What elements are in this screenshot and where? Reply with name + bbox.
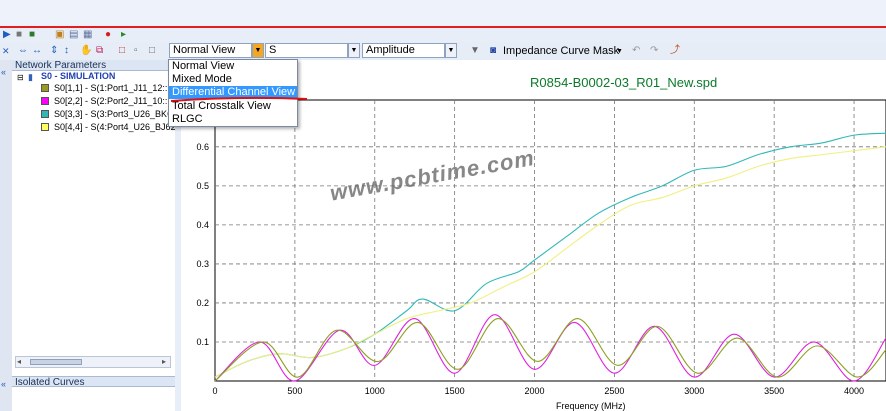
- network-parameters-header: Network Parameters: [12, 60, 175, 71]
- y-tick-label: 0.2: [196, 298, 209, 308]
- x-tick-label: 2500: [604, 386, 624, 396]
- x-tick-label: 1500: [445, 386, 465, 396]
- x-tick-label: 3500: [764, 386, 784, 396]
- y-tick-label: 0.3: [196, 259, 209, 269]
- title-strip: [0, 0, 886, 28]
- x-tick-label: 1000: [365, 386, 385, 396]
- param-s11[interactable]: S0[1,1] - S(1:Port1_J11_12::: [54, 83, 167, 94]
- x-tick-label: 2000: [525, 386, 545, 396]
- next-icon[interactable]: ▸: [121, 29, 126, 41]
- format-dropdown-icon[interactable]: ▼: [445, 43, 457, 58]
- view-menu: Normal View Mixed Mode Differential Chan…: [168, 59, 308, 127]
- simulation-icon: ▮: [28, 72, 33, 82]
- main-toolbar: ▶ ■ ■ ▣ ▤ ▦ ● ▸: [0, 28, 886, 43]
- parameter-dropdown-icon[interactable]: ▼: [348, 43, 360, 58]
- y-tick-label: 0.6: [196, 142, 209, 152]
- view-select-dropdown-icon[interactable]: ▼: [252, 43, 264, 58]
- view-toolbar: ✕ ⇔ ↔ ⇕ ↕ ✋ ⧉ □ ▫ □ Normal View ▼ S ▼ Am…: [0, 42, 886, 61]
- stop-icon[interactable]: ■: [16, 29, 22, 41]
- y-tick-label: 0.4: [196, 220, 209, 230]
- red-underline-annotation: [170, 96, 308, 102]
- swatch-s44[interactable]: [41, 123, 49, 131]
- expand-down-icon[interactable]: «: [1, 378, 6, 390]
- box-red-icon[interactable]: □: [119, 45, 125, 57]
- swatch-s33[interactable]: [41, 110, 49, 118]
- isolated-curves-header: Isolated Curves: [12, 376, 175, 388]
- mask-checkbox-icon[interactable]: ◙: [490, 45, 496, 57]
- scroll-right-icon[interactable]: ▸: [162, 357, 166, 366]
- x-tick-label: 0: [212, 386, 217, 396]
- y-tick-label: 0.1: [196, 337, 209, 347]
- close-x-icon[interactable]: ✕: [2, 45, 10, 57]
- open-icon[interactable]: ▣: [55, 29, 64, 41]
- param-s22[interactable]: S0[2,2] - S(2:Port2_J11_10::: [54, 96, 167, 107]
- view-select[interactable]: Normal View: [169, 43, 252, 58]
- x-tick-label: 500: [287, 386, 302, 396]
- plot-frame: [214, 99, 886, 382]
- expand-up-icon[interactable]: «: [1, 66, 6, 78]
- horizontal-scrollbar[interactable]: ◂ ▸: [15, 356, 171, 368]
- redo-icon[interactable]: ↷: [650, 45, 658, 57]
- box-outline-icon[interactable]: □: [149, 45, 155, 57]
- box-gray-icon[interactable]: ▫: [134, 45, 138, 57]
- window-icon[interactable]: ⧉: [96, 45, 103, 57]
- filter-icon[interactable]: ▼: [470, 45, 480, 57]
- tree-collapse-icon[interactable]: ⊟: [17, 72, 24, 83]
- scroll-left-icon[interactable]: ◂: [17, 357, 21, 366]
- x-tick-label: 3000: [684, 386, 704, 396]
- zoom-horizontal-icon[interactable]: ↔: [32, 45, 42, 57]
- print-icon[interactable]: ▦: [83, 29, 92, 41]
- swatch-s22[interactable]: [41, 97, 49, 105]
- mask-dropdown-icon[interactable]: ▼: [616, 46, 623, 58]
- export-icon[interactable]: ▤: [69, 29, 78, 41]
- zoom-vertical-icon[interactable]: ↕: [64, 45, 69, 57]
- param-s33[interactable]: S0[3,3] - S(3:Port3_U26_BK62: [54, 109, 177, 120]
- x-tick-label: 4000: [844, 386, 864, 396]
- menu-item-rlgc[interactable]: RLGC: [169, 113, 297, 126]
- y-tick-label: 0.5: [196, 181, 209, 191]
- x-axis-label: Frequency (MHz): [556, 401, 626, 411]
- pan-hand-icon[interactable]: ✋: [80, 45, 92, 57]
- fit-vertical-icon[interactable]: ⇕: [50, 45, 58, 57]
- impedance-mask-label[interactable]: Impedance Curve Mask: [503, 45, 619, 57]
- play-icon[interactable]: ▶: [3, 29, 11, 41]
- record-icon[interactable]: ●: [105, 29, 111, 41]
- menu-item-normal-view[interactable]: Normal View: [169, 60, 297, 73]
- run-icon[interactable]: ■: [29, 29, 35, 41]
- reset-icon[interactable]: ⤴: [670, 45, 680, 57]
- simulation-root[interactable]: S0 - SIMULATION: [41, 71, 115, 82]
- param-s44[interactable]: S0[4,4] - S(4:Port4_U26_BJ62: [54, 122, 176, 133]
- format-select[interactable]: Amplitude: [362, 43, 445, 58]
- network-panel: Network Parameters ⊟ ▮ S0 - SIMULATION S…: [12, 60, 177, 411]
- scrollbar-thumb[interactable]: [30, 359, 82, 365]
- swatch-s11[interactable]: [41, 84, 49, 92]
- parameter-select[interactable]: S: [265, 43, 348, 58]
- fit-horizontal-icon[interactable]: ⇔: [18, 45, 28, 57]
- undo-icon[interactable]: ↶: [632, 45, 640, 57]
- menu-item-mixed-mode[interactable]: Mixed Mode: [169, 73, 297, 86]
